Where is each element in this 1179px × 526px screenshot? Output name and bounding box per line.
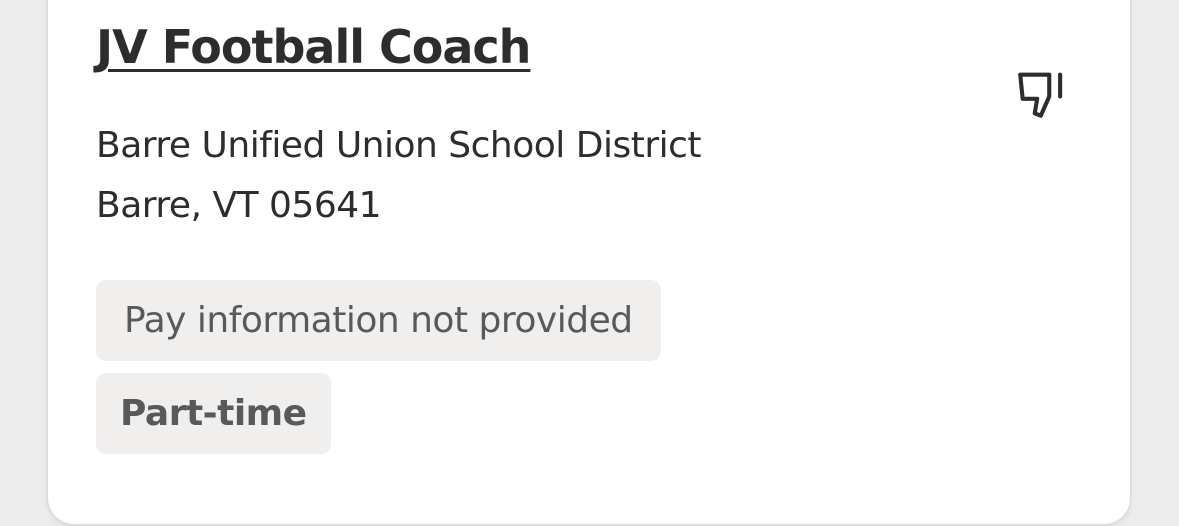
job-location: Barre, VT 05641 xyxy=(96,185,382,226)
company-name: Barre Unified Union School District xyxy=(96,125,702,166)
job-type-badge: Part-time xyxy=(96,373,331,454)
job-card[interactable]: JV Football Coach Barre Unified Union Sc… xyxy=(48,0,1130,524)
thumbs-down-icon xyxy=(1013,65,1071,127)
job-title-link[interactable]: JV Football Coach xyxy=(96,22,531,73)
not-interested-button[interactable] xyxy=(1010,66,1074,126)
pay-badge: Pay information not provided xyxy=(96,280,661,361)
